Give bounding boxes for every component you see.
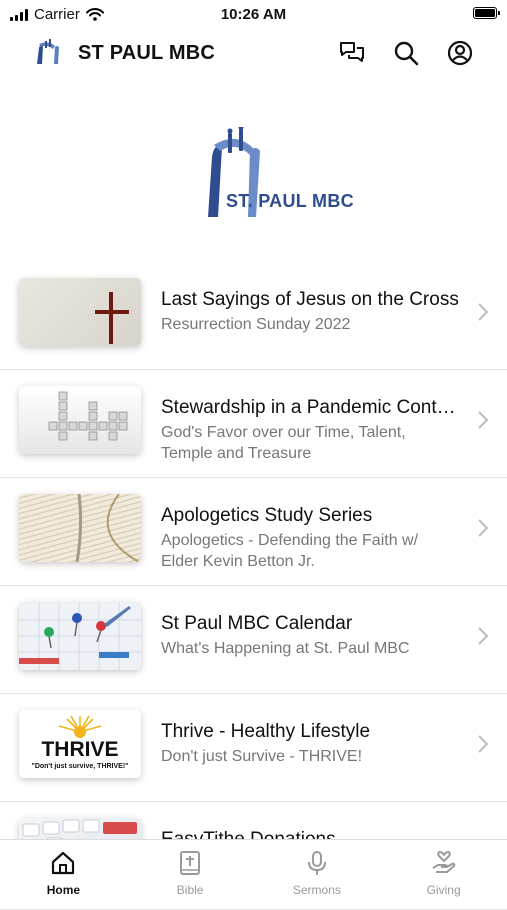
status-bar: Carrier 10:26 AM xyxy=(0,0,507,28)
app-title: ST PAUL MBC xyxy=(78,42,216,64)
item-subtitle: Don't just Survive - THRIVE! xyxy=(161,748,363,765)
item-title: Thrive - Healthy Lifestyle xyxy=(161,721,371,742)
thrive-logo-text: THRIVE xyxy=(41,738,118,761)
thumbnail-crossword xyxy=(19,386,141,454)
church-logo-icon xyxy=(37,39,59,64)
profile-icon xyxy=(447,40,473,66)
status-time: 10:26 AM xyxy=(220,6,287,23)
chevron-right-icon xyxy=(478,303,489,321)
item-subtitle: Apologetics - Defending the Faith w/ Eld… xyxy=(161,532,419,570)
profile-button[interactable] xyxy=(445,38,475,68)
thrive-logo-tagline: "Don't just survive, THRIVE!" xyxy=(32,763,129,770)
tab-bar: Home Bible Sermons Giving xyxy=(0,839,507,900)
tab-bible[interactable]: Bible xyxy=(127,840,254,900)
list-item[interactable]: Stewardship in a Pandemic Context God's … xyxy=(0,370,507,478)
brand-name: ST. PAUL MBC xyxy=(226,191,354,211)
chevron-right-icon xyxy=(478,627,489,645)
tab-label: Home xyxy=(46,883,81,897)
thumbnail-calendar xyxy=(19,602,141,670)
home-icon xyxy=(52,851,75,875)
search-icon xyxy=(394,41,419,66)
tab-label: Bible xyxy=(176,883,204,897)
tab-label: Sermons xyxy=(292,883,341,897)
thumbnail-bible xyxy=(19,494,141,562)
chevron-right-icon xyxy=(478,411,489,429)
item-title: Apologetics Study Series xyxy=(161,505,373,526)
hero-logo: ST. PAUL MBC xyxy=(0,125,507,225)
chevron-right-icon xyxy=(478,519,489,537)
item-title: Stewardship in a Pandemic Context xyxy=(161,397,459,418)
item-title: St Paul MBC Calendar xyxy=(161,613,353,634)
item-subtitle: Resurrection Sunday 2022 xyxy=(161,316,351,333)
item-title: Last Sayings of Jesus on the Cross xyxy=(161,289,459,310)
tab-home[interactable]: Home xyxy=(0,840,127,900)
search-button[interactable] xyxy=(391,38,421,68)
microphone-icon xyxy=(307,851,326,875)
content-list: Last Sayings of Jesus on the Cross Resur… xyxy=(0,262,507,910)
chat-icon xyxy=(340,42,364,62)
battery-icon xyxy=(473,7,500,19)
tab-label: Giving xyxy=(426,883,461,897)
thumbnail-cross xyxy=(19,278,141,346)
tab-sermons[interactable]: Sermons xyxy=(254,840,381,900)
item-subtitle: God's Favor over our Time, Talent, Templ… xyxy=(161,424,406,462)
list-item[interactable]: Last Sayings of Jesus on the Cross Resur… xyxy=(0,262,507,370)
app-header: ST PAUL MBC xyxy=(0,30,507,76)
giving-hand-icon xyxy=(432,851,455,873)
item-subtitle: What's Happening at St. Paul MBC xyxy=(161,640,410,657)
chevron-right-icon xyxy=(478,735,489,753)
list-item[interactable]: Apologetics Study Series Apologetics - D… xyxy=(0,478,507,586)
bible-icon xyxy=(180,851,201,875)
chat-button[interactable] xyxy=(337,38,367,68)
list-item[interactable]: St Paul MBC Calendar What's Happening at… xyxy=(0,586,507,694)
tab-giving[interactable]: Giving xyxy=(380,840,507,900)
thumbnail-thrive: THRIVE "Don't just survive, THRIVE!" xyxy=(19,710,141,778)
list-item[interactable]: THRIVE "Don't just survive, THRIVE!" Thr… xyxy=(0,694,507,802)
